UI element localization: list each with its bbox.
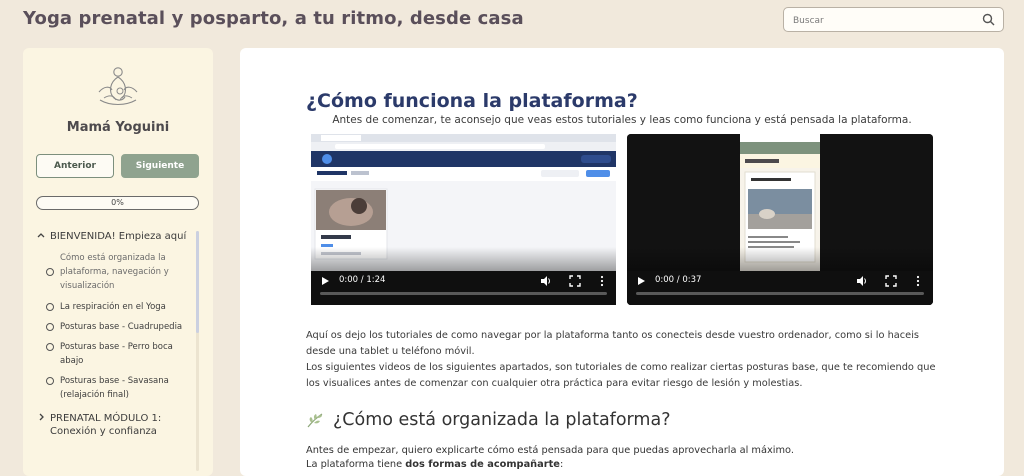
desktop-tutorial-video[interactable]: 0:00 / 1:24 — [311, 134, 616, 305]
lesson-label: Posturas base - Perro boca abajo — [60, 342, 173, 366]
site-title: Yoga prenatal y posparto, a tu ritmo, de… — [23, 8, 524, 29]
course-sidebar: Mamá Yoguini Anterior Siguiente 0% BIENV… — [23, 48, 213, 476]
intro-text: Antes de comenzar, te aconsejo que veas … — [332, 114, 912, 126]
play-icon[interactable] — [322, 277, 329, 285]
lesson-label: Posturas base - Savasana (relajación fin… — [60, 376, 169, 400]
video-controls: 0:00 / 0:37 — [627, 271, 933, 305]
fullscreen-icon[interactable] — [885, 275, 897, 287]
lesson-item-respiracion[interactable]: La respiración en el Yoga — [36, 300, 206, 314]
mobile-tutorial-video[interactable]: 0:00 / 0:37 — [627, 134, 933, 305]
section-paragraph-1: Antes de empezar, quiero explicarte cómo… — [306, 445, 794, 456]
lesson-item-cuadrupedia[interactable]: Posturas base - Cuadrupedia — [36, 320, 206, 334]
chevron-up-icon[interactable] — [36, 230, 46, 240]
module-header-bienvenida[interactable]: BIENVENIDA! Empieza aquí — [36, 230, 206, 243]
video-seek-bar[interactable] — [636, 292, 924, 295]
video-seek-bar[interactable] — [320, 292, 607, 295]
page-title: ¿Cómo funciona la plataforma? — [306, 90, 638, 112]
next-button[interactable]: Siguiente — [121, 154, 199, 178]
search-icon[interactable] — [982, 13, 995, 26]
video-controls: 0:00 / 1:24 — [311, 271, 616, 305]
postures-text: Los siguientes videos de los siguientes … — [306, 362, 936, 389]
video-time: 0:00 / 1:24 — [339, 275, 386, 285]
more-options-icon[interactable] — [596, 275, 608, 287]
more-options-icon[interactable] — [912, 275, 924, 287]
section-paragraph-2: La plataforma tiene dos formas de acompa… — [306, 458, 563, 472]
progress-text: 0% — [111, 198, 124, 207]
lesson-item-perro-boca-abajo[interactable]: Posturas base - Perro boca abajo — [36, 340, 206, 368]
lesson-status-circle-icon — [46, 377, 54, 385]
lesson-label: Posturas base - Cuadrupedia — [60, 322, 183, 332]
tutorials-text: Aquí os dejo los tutoriales de como nave… — [306, 330, 920, 357]
lesson-status-circle-icon — [46, 268, 54, 276]
lotus-mother-logo — [98, 67, 138, 106]
video-time: 0:00 / 0:37 — [655, 275, 702, 285]
lesson-nav: BIENVENIDA! Empieza aquí Cómo está organ… — [36, 230, 206, 438]
fullscreen-icon[interactable] — [569, 275, 581, 287]
volume-icon[interactable] — [540, 275, 552, 287]
lesson-item-savasana[interactable]: Posturas base - Savasana (relajación fin… — [36, 374, 206, 402]
lesson-item-organizacion[interactable]: Cómo está organizada la plataforma, nave… — [36, 251, 206, 293]
lesson-label: La respiración en el Yoga — [60, 302, 166, 312]
play-icon[interactable] — [638, 277, 645, 285]
module-title: PRENATAL MÓDULO 1: Conexión y confianza — [50, 413, 162, 437]
module-title: BIENVENIDA! Empieza aquí — [50, 231, 187, 242]
previous-button[interactable]: Anterior — [36, 154, 114, 178]
paragraph-bold-text: dos formas de acompañarte — [405, 459, 560, 470]
module-header-prenatal-1[interactable]: PRENATAL MÓDULO 1: Conexión y confianza — [36, 412, 206, 438]
section-heading: ¿Cómo está organizada la plataforma? — [306, 410, 671, 430]
tutorials-paragraph: Aquí os dejo los tutoriales de como nave… — [306, 328, 946, 392]
volume-icon[interactable] — [856, 275, 868, 287]
top-bar: Yoga prenatal y posparto, a tu ritmo, de… — [0, 0, 1024, 40]
search-box[interactable] — [783, 7, 1004, 33]
lesson-status-circle-icon — [46, 323, 54, 331]
search-input[interactable] — [784, 9, 969, 33]
progress-bar: 0% — [36, 196, 199, 210]
lesson-status-circle-icon — [46, 303, 54, 311]
course-name: Mamá Yoguini — [66, 120, 170, 135]
section-title: ¿Cómo está organizada la plataforma? — [333, 410, 671, 430]
lesson-label: Cómo está organizada la plataforma, nave… — [60, 253, 169, 291]
paragraph-text: La plataforma tiene — [306, 459, 406, 470]
leaf-icon — [307, 413, 323, 428]
lesson-content: ¿Cómo funciona la plataforma? Antes de c… — [240, 48, 1004, 476]
paragraph-text: : — [559, 459, 564, 470]
chevron-right-icon[interactable] — [36, 412, 46, 422]
lesson-status-circle-icon — [46, 343, 54, 351]
